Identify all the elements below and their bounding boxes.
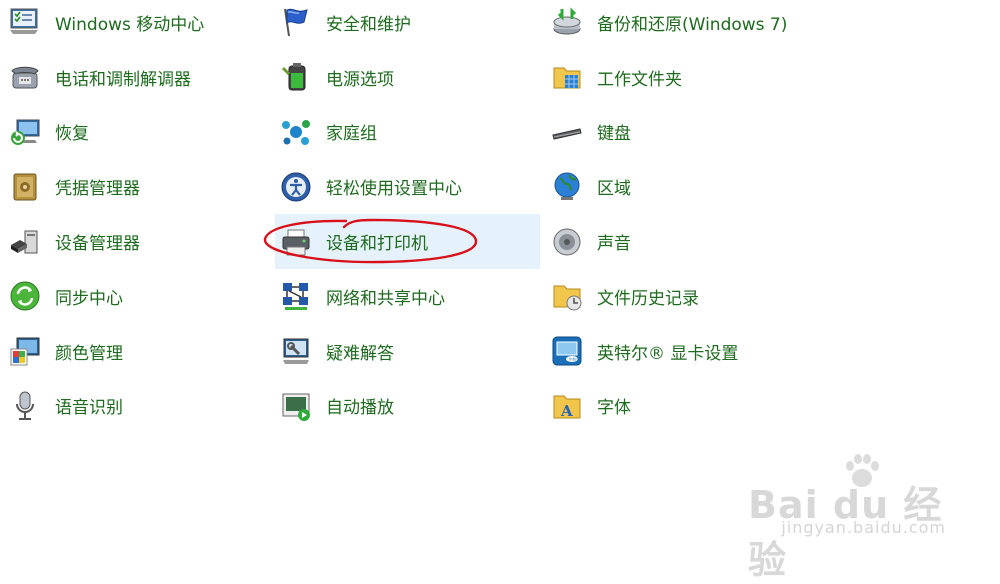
item-homegroup[interactable]: 家庭组 [275, 105, 540, 160]
power-options-icon [277, 58, 315, 96]
autoplay-icon [277, 387, 315, 425]
item-label: 区域 [597, 179, 631, 200]
item-credential-manager[interactable]: 凭据管理器 [4, 159, 269, 214]
item-label: 语音识别 [55, 398, 123, 419]
homegroup-icon [277, 113, 315, 151]
item-label: 工作文件夹 [597, 69, 682, 90]
recovery-icon [6, 113, 44, 151]
item-label: 设备和打印机 [326, 234, 428, 255]
item-security-maintenance[interactable]: 安全和维护 [275, 0, 540, 50]
item-label: 自动播放 [326, 398, 394, 419]
keyboard-icon [548, 113, 586, 151]
microphone-icon [6, 387, 44, 425]
column-3: 备份和还原(Windows 7) 工作文件夹 键盘 区域 声音 文件历史记录 i… [546, 0, 811, 433]
item-label: 安全和维护 [326, 14, 411, 35]
item-autoplay[interactable]: 自动播放 [275, 379, 540, 434]
item-label: 英特尔® 显卡设置 [597, 343, 739, 364]
item-label: Windows 移动中心 [55, 14, 205, 35]
svg-text:A: A [560, 402, 573, 420]
item-label: 设备管理器 [55, 234, 140, 255]
item-label: 网络和共享中心 [326, 288, 445, 309]
item-label: 文件历史记录 [597, 288, 699, 309]
work-folders-icon [548, 58, 586, 96]
network-sharing-icon [277, 277, 315, 315]
item-keyboard[interactable]: 键盘 [546, 105, 811, 160]
item-file-history[interactable]: 文件历史记录 [546, 269, 811, 324]
item-color-management[interactable]: 颜色管理 [4, 324, 269, 379]
item-ease-of-access[interactable]: 轻松使用设置中心 [275, 159, 540, 214]
item-power-options[interactable]: 电源选项 [275, 50, 540, 105]
item-recovery[interactable]: 恢复 [4, 105, 269, 160]
ease-of-access-icon [277, 168, 315, 206]
item-troubleshooting[interactable]: 疑难解答 [275, 324, 540, 379]
item-backup-restore[interactable]: 备份和还原(Windows 7) [546, 0, 811, 50]
item-label: 疑难解答 [326, 343, 394, 364]
item-intel-graphics[interactable]: intel 英特尔® 显卡设置 [546, 324, 811, 379]
column-1: Windows 移动中心 电话和调制解调器 恢复 凭据管理器 设备管理器 同步中… [4, 0, 269, 433]
troubleshooting-icon [277, 332, 315, 370]
item-label: 同步中心 [55, 288, 123, 309]
sync-center-icon [6, 277, 44, 315]
color-management-icon [6, 332, 44, 370]
printer-icon [277, 223, 315, 261]
item-label: 恢复 [55, 124, 89, 145]
item-label: 键盘 [597, 124, 631, 145]
column-2: 安全和维护 电源选项 家庭组 轻松使用设置中心 设备和打印机 网络和共享中心 疑… [275, 0, 540, 433]
speaker-icon [548, 223, 586, 261]
file-history-icon [548, 277, 586, 315]
item-devices-printers[interactable]: 设备和打印机 [275, 214, 540, 269]
security-flag-icon [277, 3, 315, 41]
item-phone-modem[interactable]: 电话和调制解调器 [4, 50, 269, 105]
item-device-manager[interactable]: 设备管理器 [4, 214, 269, 269]
watermark-url: jingyan.baidu.com [781, 518, 946, 537]
item-label: 字体 [597, 398, 631, 419]
item-speech-recognition[interactable]: 语音识别 [4, 379, 269, 434]
item-label: 备份和还原(Windows 7) [597, 14, 788, 35]
item-sync-center[interactable]: 同步中心 [4, 269, 269, 324]
baidu-jingyan-watermark: Bai du 经验 jingyan.baidu.com [748, 452, 948, 582]
fonts-folder-icon: A [548, 387, 586, 425]
item-mobility-center[interactable]: Windows 移动中心 [4, 0, 269, 50]
item-label: 颜色管理 [55, 343, 123, 364]
item-network-sharing[interactable]: 网络和共享中心 [275, 269, 540, 324]
mobility-center-icon [6, 3, 44, 41]
item-label: 声音 [597, 234, 631, 255]
item-label: 电话和调制解调器 [55, 69, 191, 90]
backup-restore-icon [548, 3, 586, 41]
phone-modem-icon [6, 58, 44, 96]
item-label: 轻松使用设置中心 [326, 179, 462, 200]
credential-manager-icon [6, 168, 44, 206]
item-label: 电源选项 [326, 69, 394, 90]
item-label: 家庭组 [326, 124, 377, 145]
item-sound[interactable]: 声音 [546, 214, 811, 269]
item-fonts[interactable]: A 字体 [546, 379, 811, 434]
svg-text:intel: intel [569, 357, 578, 362]
region-globe-icon [548, 168, 586, 206]
item-region[interactable]: 区域 [546, 159, 811, 214]
intel-graphics-icon: intel [548, 332, 586, 370]
device-manager-icon [6, 223, 44, 261]
item-work-folders[interactable]: 工作文件夹 [546, 50, 811, 105]
item-label: 凭据管理器 [55, 179, 140, 200]
